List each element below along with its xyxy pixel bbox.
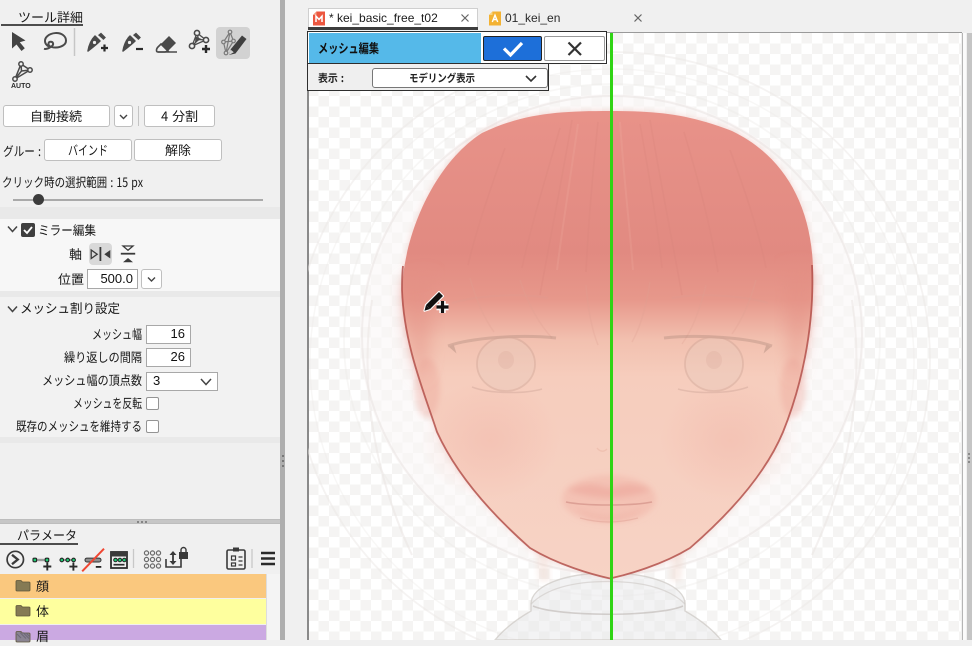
svg-text:AUTO: AUTO: [11, 83, 31, 90]
